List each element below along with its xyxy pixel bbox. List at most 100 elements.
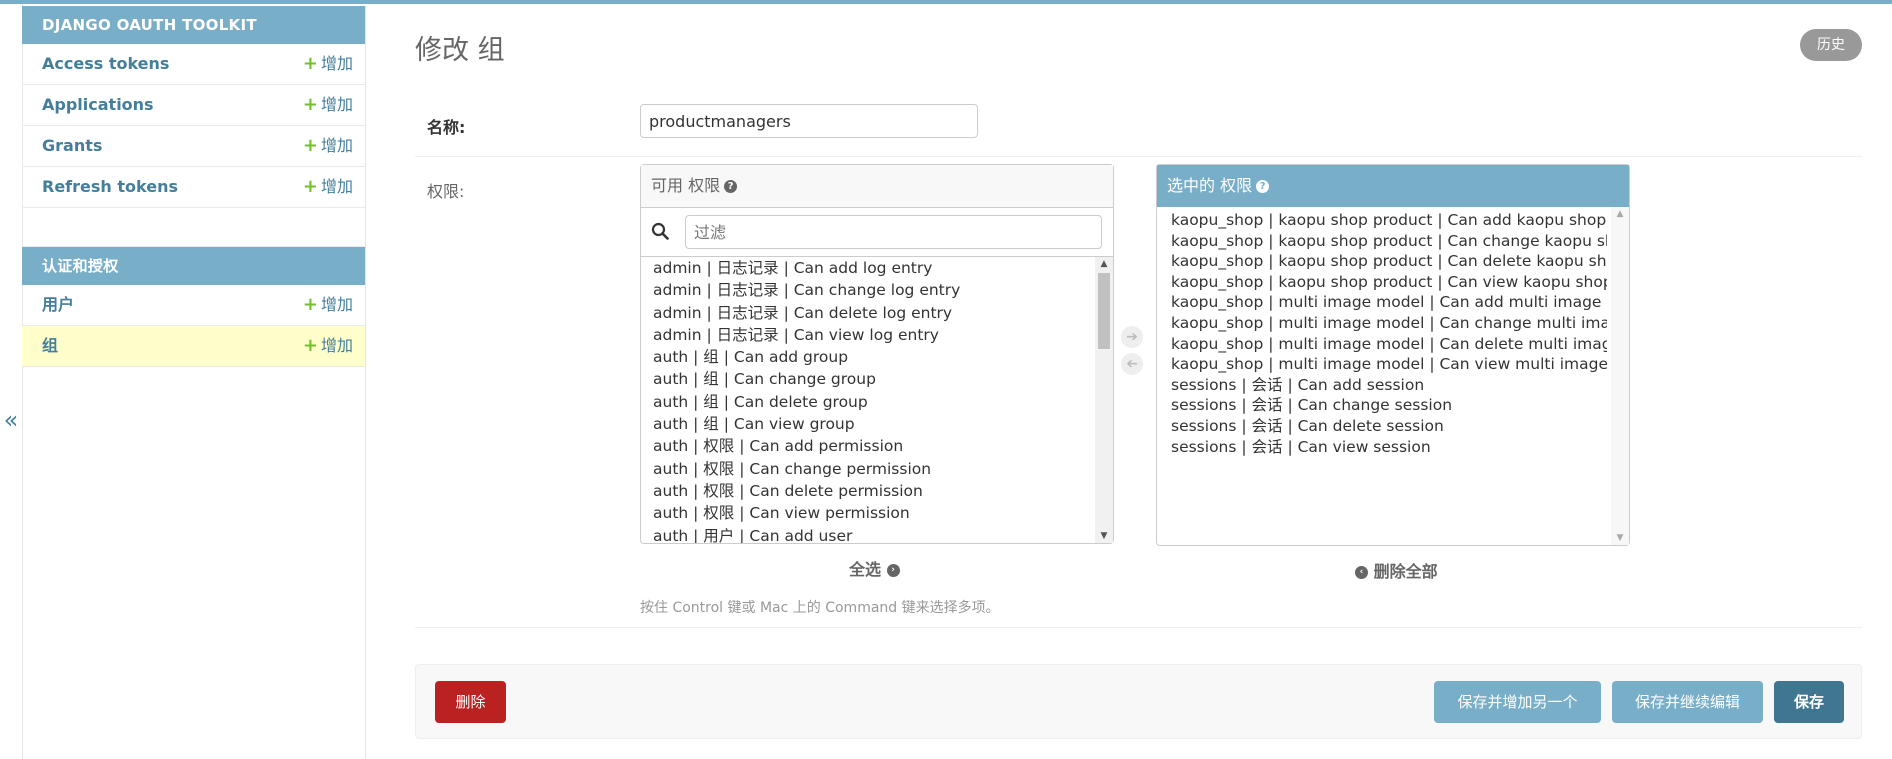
save-and-continue-button[interactable]: 保存并继续编辑: [1612, 681, 1763, 723]
choose-all-label: 全选: [849, 560, 882, 579]
sidebar-item-applications: Applications + 增加: [22, 85, 365, 126]
save-and-add-another-button[interactable]: 保存并增加另一个: [1434, 681, 1601, 723]
remove-arrow-left-icon[interactable]: ➔: [1121, 353, 1143, 375]
chosen-option[interactable]: sessions | 会话 | Can view session: [1157, 437, 1607, 458]
available-option[interactable]: auth | 组 | Can add group: [641, 346, 1093, 368]
available-option[interactable]: auth | 权限 | Can add permission: [641, 435, 1093, 457]
chosen-option[interactable]: kaopu_shop | kaopu shop product | Can ch…: [1157, 231, 1607, 252]
available-option[interactable]: auth | 用户 | Can add user: [641, 525, 1093, 543]
add-access-token-link[interactable]: + 增加: [303, 44, 353, 84]
add-label: 增加: [320, 95, 353, 114]
model-link-refresh-tokens[interactable]: Refresh tokens: [42, 167, 178, 207]
sidebar-item-refresh-tokens: Refresh tokens + 增加: [22, 167, 365, 208]
permissions-help-text: 按住 Control 键或 Mac 上的 Command 键来选择多项。: [640, 600, 1000, 616]
chosen-permissions-box: 选中的 权限? kaopu_shop | kaopu shop product …: [1156, 164, 1630, 546]
filter-input[interactable]: [685, 215, 1102, 249]
available-option[interactable]: auth | 权限 | Can delete permission: [641, 480, 1093, 502]
help-icon: ?: [1256, 180, 1270, 193]
plus-icon: +: [302, 176, 318, 197]
available-permissions-box: 可用 权限? admin | 日志记录 | Can add log entry …: [640, 164, 1114, 544]
available-option[interactable]: auth | 组 | Can delete group: [641, 391, 1093, 413]
add-label: 增加: [320, 177, 353, 196]
chosen-option[interactable]: kaopu_shop | multi image model | Can add…: [1157, 292, 1607, 313]
chosen-permissions-title: 选中的 权限?: [1157, 165, 1629, 207]
available-permissions-title: 可用 权限?: [641, 165, 1113, 208]
scrollbar-thumb[interactable]: [1098, 273, 1110, 349]
name-input[interactable]: [640, 104, 978, 138]
divider: [415, 627, 1862, 628]
model-link-applications[interactable]: Applications: [42, 85, 154, 125]
available-option[interactable]: admin | 日志记录 | Can add log entry: [641, 257, 1093, 279]
module-caption-auth[interactable]: 认证和授权: [22, 247, 365, 285]
chosen-scrollbar[interactable]: ▲ ▼: [1611, 207, 1629, 545]
chosen-option[interactable]: kaopu_shop | kaopu shop product | Can ad…: [1157, 210, 1607, 231]
chosen-option[interactable]: kaopu_shop | multi image model | Can cha…: [1157, 313, 1607, 334]
available-option[interactable]: admin | 日志记录 | Can delete log entry: [641, 302, 1093, 324]
sidebar-item-users: 用户 + 增加: [22, 285, 365, 326]
sidebar-item-groups: 组 + 增加: [22, 326, 365, 367]
plus-icon: +: [302, 94, 318, 115]
sidebar-item-access-tokens: Access tokens + 增加: [22, 44, 365, 85]
search-icon: [651, 222, 669, 240]
add-grant-link[interactable]: + 增加: [303, 126, 353, 166]
scroll-down-arrow-icon[interactable]: ▼: [1611, 531, 1629, 545]
available-option[interactable]: auth | 权限 | Can view permission: [641, 502, 1093, 524]
available-option[interactable]: auth | 组 | Can change group: [641, 368, 1093, 390]
model-link-access-tokens[interactable]: Access tokens: [42, 44, 169, 84]
scroll-up-arrow-icon[interactable]: ▲: [1095, 257, 1113, 271]
module-caption-oauth[interactable]: DJANGO OAUTH TOOLKIT: [22, 6, 365, 44]
scroll-up-arrow-icon[interactable]: ▲: [1611, 207, 1629, 221]
model-link-users[interactable]: 用户: [42, 285, 74, 325]
scroll-down-arrow-icon[interactable]: ▼: [1095, 529, 1113, 543]
page-title: 修改 组: [415, 35, 505, 66]
main-content: 修改 组 历史 名称: 权限: 可用 权限? admin | 日志记录 | Ca…: [415, 4, 1862, 759]
plus-icon: +: [302, 294, 318, 315]
model-link-grants[interactable]: Grants: [42, 126, 102, 166]
add-refresh-token-link[interactable]: + 增加: [303, 167, 353, 207]
collapse-sidebar-button[interactable]: «: [0, 405, 22, 435]
available-option[interactable]: auth | 组 | Can view group: [641, 413, 1093, 435]
chosen-option[interactable]: kaopu_shop | multi image model | Can del…: [1157, 334, 1607, 355]
available-option[interactable]: admin | 日志记录 | Can change log entry: [641, 279, 1093, 301]
chosen-option[interactable]: sessions | 会话 | Can add session: [1157, 375, 1607, 396]
model-link-groups[interactable]: 组: [42, 326, 58, 366]
plus-icon: +: [302, 135, 318, 156]
available-title-text: 可用 权限: [651, 176, 721, 195]
add-label: 增加: [320, 295, 353, 314]
save-button[interactable]: 保存: [1774, 681, 1844, 723]
permissions-label: 权限:: [427, 182, 465, 201]
sidebar-item-grants: Grants + 增加: [22, 126, 365, 167]
submit-row: 删除 保存并增加另一个 保存并继续编辑 保存: [415, 664, 1862, 739]
chosen-option[interactable]: kaopu_shop | kaopu shop product | Can de…: [1157, 251, 1607, 272]
chosen-options-list[interactable]: kaopu_shop | kaopu shop product | Can ad…: [1157, 207, 1629, 545]
choose-all-link[interactable]: 全选 ›: [849, 556, 900, 580]
remove-all-label: 删除全部: [1373, 562, 1438, 581]
chosen-option[interactable]: kaopu_shop | kaopu shop product | Can vi…: [1157, 272, 1607, 293]
sidebar-nav: DJANGO OAUTH TOOLKIT Access tokens + 增加 A…: [22, 6, 366, 759]
add-label: 增加: [320, 336, 353, 355]
add-group-link[interactable]: + 增加: [303, 326, 353, 366]
available-option[interactable]: auth | 权限 | Can change permission: [641, 458, 1093, 480]
filter-row: [641, 208, 1113, 257]
sidebar-spacer: [22, 208, 365, 247]
chosen-option[interactable]: sessions | 会话 | Can delete session: [1157, 416, 1607, 437]
plus-icon: +: [302, 53, 318, 74]
choose-arrow-right-icon[interactable]: ➔: [1121, 326, 1143, 348]
add-application-link[interactable]: + 增加: [303, 85, 353, 125]
available-option[interactable]: admin | 日志记录 | Can view log entry: [641, 324, 1093, 346]
sidebar-collapse-strip: [0, 4, 23, 759]
available-options-list[interactable]: admin | 日志记录 | Can add log entry admin |…: [641, 257, 1113, 543]
plus-icon: +: [302, 335, 318, 356]
remove-all-link[interactable]: ‹ 删除全部: [1355, 558, 1438, 582]
chosen-option[interactable]: kaopu_shop | multi image model | Can vie…: [1157, 354, 1607, 375]
delete-button[interactable]: 删除: [435, 681, 506, 723]
available-scrollbar[interactable]: ▲ ▼: [1095, 257, 1113, 543]
selector-arrows: ➔ ➔: [1121, 326, 1147, 380]
name-label: 名称:: [427, 118, 466, 137]
help-icon: ?: [724, 180, 738, 193]
chosen-title-text: 选中的 权限: [1167, 176, 1253, 195]
chevron-right-icon: ›: [886, 564, 900, 577]
chosen-option[interactable]: sessions | 会话 | Can change session: [1157, 395, 1607, 416]
add-user-link[interactable]: + 增加: [303, 285, 353, 325]
history-button[interactable]: 历史: [1800, 29, 1862, 61]
